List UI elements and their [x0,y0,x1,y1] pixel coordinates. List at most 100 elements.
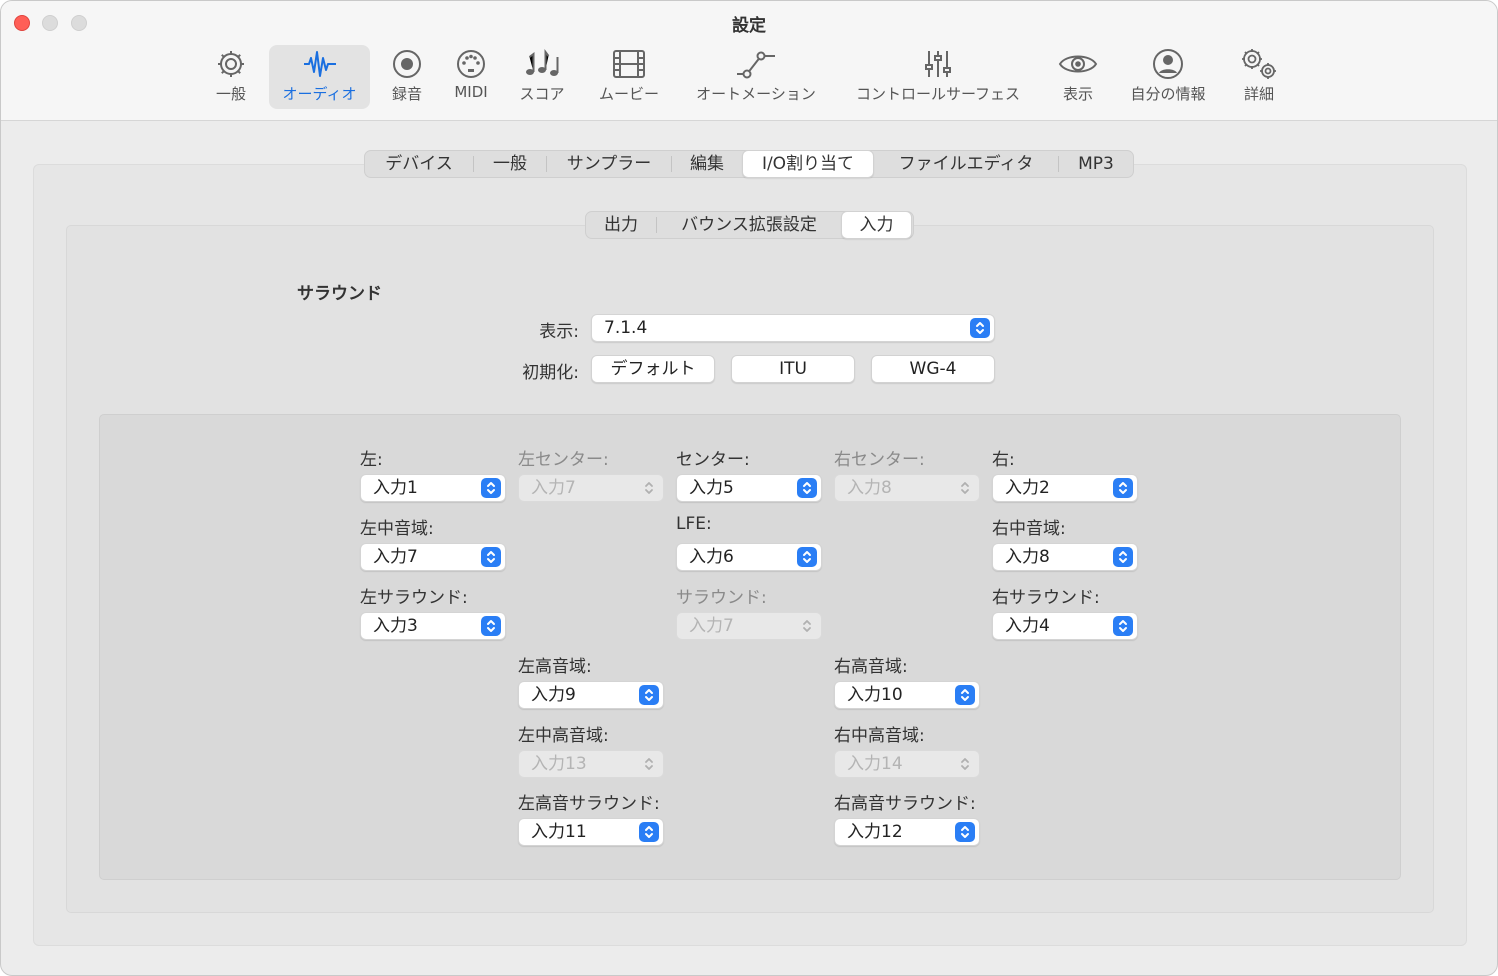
show-format-popup[interactable]: 7.1.4 [591,314,995,342]
subtab-input[interactable]: 入力 [841,211,912,239]
chevron-updown-icon [955,685,975,705]
label-left-surround: 左サラウンド: [360,588,468,608]
label-right: 右: [992,450,1015,470]
toolbar-advanced[interactable]: 詳細 [1237,45,1281,109]
chevron-updown-icon [970,318,990,338]
subtab-bounce-extensions[interactable]: バウンス拡張設定 [657,212,841,238]
label-left-center: 左センター: [518,450,609,470]
gear-icon [215,45,247,83]
window-title: 設定 [732,16,766,36]
chevron-updown-icon [1113,478,1133,498]
itu-button[interactable]: ITU [731,355,855,383]
popup-right-top-mid: 入力14 [834,750,980,778]
tab-io-assignments[interactable]: I/O割り当て [742,150,874,178]
film-icon [612,45,646,83]
show-format-value: 7.1.4 [604,318,648,338]
toolbar-recording[interactable]: 録音 [386,45,428,109]
popup-left-top[interactable]: 入力9 [518,681,664,709]
chevron-updown-icon [639,754,659,774]
settings-window: 設定 一般 オーディオ 録音 MIDI スコア ムービー オートメーション コン… [0,0,1498,976]
chevron-updown-icon [481,478,501,498]
tab-file-editor[interactable]: ファイルエディタ [874,151,1058,177]
chevron-updown-icon [1113,616,1133,636]
toolbar-audio-label: オーディオ [282,85,357,103]
default-button[interactable]: デフォルト [591,355,715,383]
person-icon [1152,45,1184,83]
toolbar-movie[interactable]: ムービー [595,45,663,109]
popup-left-top-surround-value: 入力11 [531,822,587,842]
popup-right-top-value: 入力10 [847,685,903,705]
popup-right-top[interactable]: 入力10 [834,681,980,709]
toolbar-automation-label: オートメーション [696,85,816,103]
popup-left-top-mid: 入力13 [518,750,664,778]
gears-icon [1239,45,1279,83]
toolbar-control-surfaces-label: コントロールサーフェス [855,85,1021,103]
popup-right-top-surround-value: 入力12 [847,822,903,842]
chevron-updown-icon [797,547,817,567]
popup-left-top-surround[interactable]: 入力11 [518,818,664,846]
toolbar-score[interactable]: スコア [514,45,570,109]
record-icon [391,45,423,83]
tab-general[interactable]: 一般 [474,151,546,177]
toolbar-score-label: スコア [519,85,565,103]
label-center: センター: [676,450,750,470]
sliders-icon [922,45,954,83]
section-title-surround: サラウンド [297,284,382,304]
popup-right-center-value: 入力8 [847,478,892,498]
popup-left-top-value: 入力9 [531,685,576,705]
popup-left-center-value: 入力7 [531,478,576,498]
toolbar-automation[interactable]: オートメーション [689,45,823,109]
label-lfe: LFE: [676,514,712,534]
toolbar-display-label: 表示 [1062,85,1093,103]
chevron-updown-icon [955,754,975,774]
chevron-updown-icon [481,616,501,636]
popup-left-surround-value: 入力3 [373,616,418,636]
eye-icon [1058,45,1098,83]
toolbar-display[interactable]: 表示 [1056,45,1100,109]
chevron-updown-icon [797,616,817,636]
subtab-output[interactable]: 出力 [586,212,656,238]
toolbar-midi[interactable]: MIDI [450,45,492,109]
popup-right[interactable]: 入力2 [992,474,1138,502]
label-right-surround: 右サラウンド: [992,588,1100,608]
midi-port-icon [455,45,487,83]
popup-lfe[interactable]: 入力6 [676,543,822,571]
popup-left-value: 入力1 [373,478,418,498]
popup-right-surround[interactable]: 入力4 [992,612,1138,640]
popup-surround-value: 入力7 [689,616,734,636]
toolbar-recording-label: 録音 [391,85,422,103]
tab-sampler[interactable]: サンプラー [547,151,671,177]
tab-devices[interactable]: デバイス [365,151,473,177]
popup-center[interactable]: 入力5 [676,474,822,502]
popup-right-mid[interactable]: 入力8 [992,543,1138,571]
main-tabs: デバイス 一般 サンプラー 編集 I/O割り当て ファイルエディタ MP3 [364,150,1134,178]
toolbar-my-info[interactable]: 自分の情報 [1125,45,1211,109]
popup-left[interactable]: 入力1 [360,474,506,502]
toolbar-audio[interactable]: オーディオ [269,45,370,109]
popup-left-surround[interactable]: 入力3 [360,612,506,640]
label-left-mid: 左中音域: [360,519,434,539]
popup-left-mid[interactable]: 入力7 [360,543,506,571]
waveform-icon [302,45,338,83]
popup-right-mid-value: 入力8 [1005,547,1050,567]
show-label: 表示: [539,322,579,342]
label-right-top-mid: 右中高音域: [834,726,925,746]
chevron-updown-icon [639,822,659,842]
toolbar-control-surfaces[interactable]: コントロールサーフェス [847,45,1029,109]
popup-right-surround-value: 入力4 [1005,616,1050,636]
tab-mp3[interactable]: MP3 [1059,151,1133,177]
popup-right-top-surround[interactable]: 入力12 [834,818,980,846]
label-right-center: 右センター: [834,450,925,470]
chevron-updown-icon [955,478,975,498]
toolbar-midi-label: MIDI [454,83,488,101]
toolbar-movie-label: ムービー [598,85,659,103]
popup-surround: 入力7 [676,612,822,640]
wg4-button[interactable]: WG-4 [871,355,995,383]
chevron-updown-icon [481,547,501,567]
popup-center-value: 入力5 [689,478,734,498]
popup-right-top-mid-value: 入力14 [847,754,903,774]
toolbar-general[interactable]: 一般 [209,45,253,109]
label-left: 左: [360,450,383,470]
tab-edit[interactable]: 編集 [672,151,742,177]
sub-tabs: 出力 バウンス拡張設定 入力 [585,211,914,239]
